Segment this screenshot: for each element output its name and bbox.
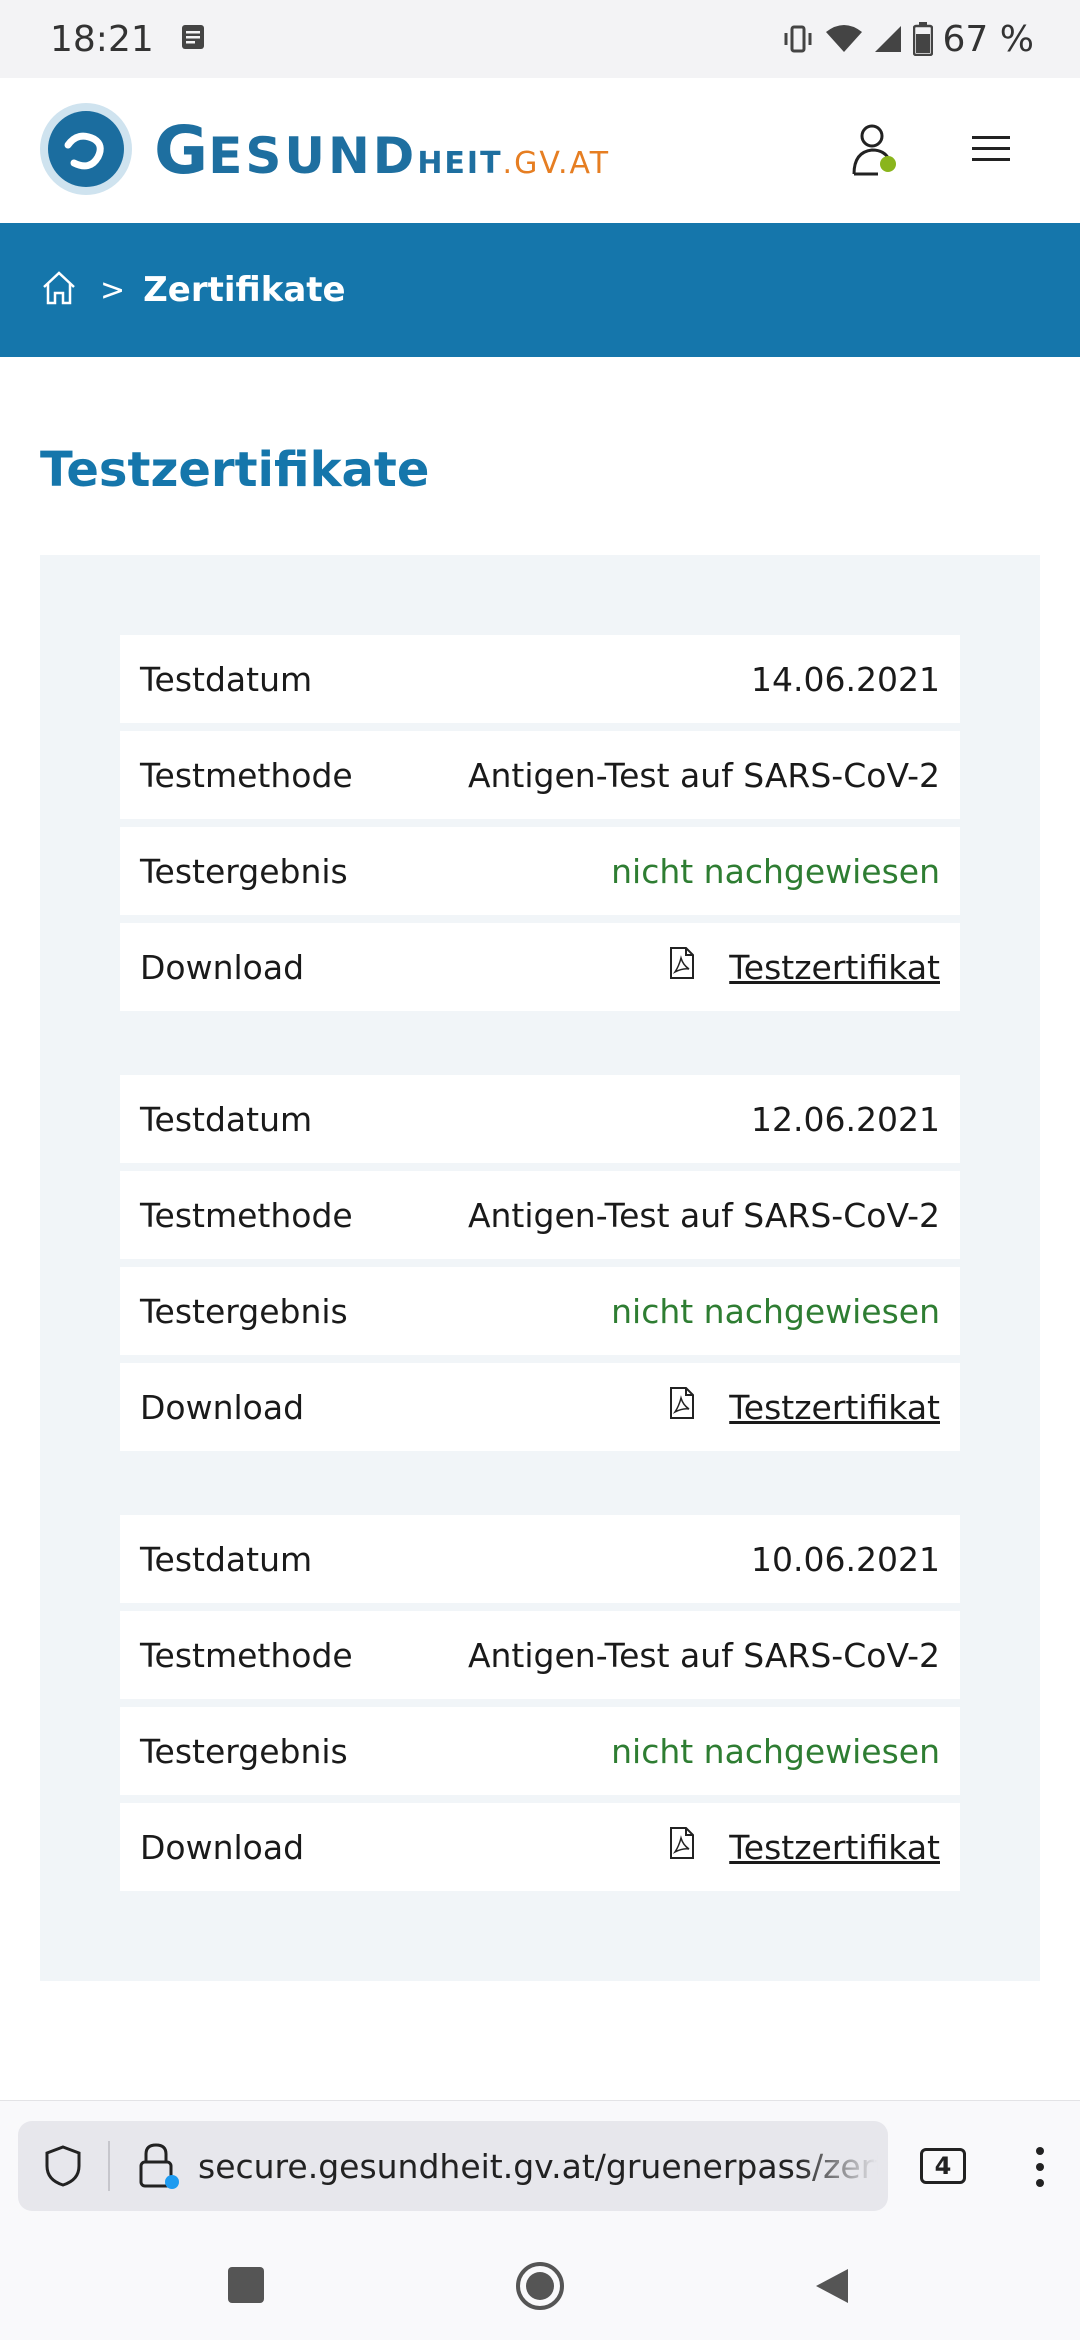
browser-menu-icon[interactable] (1032, 2143, 1048, 2191)
table-row: Testmethode Antigen-Test auf SARS-CoV-2 (120, 1171, 960, 1259)
breadcrumb-current: Zertifikate (143, 270, 346, 310)
table-row: Download Testzertifikat (120, 1803, 960, 1891)
certificate-card: Testdatum 14.06.2021 Testmethode Antigen… (120, 635, 960, 1011)
browser-toolbar: secure.gesundheit.gv.at/gruenerpass/zert… (0, 2100, 1080, 2230)
table-row: Testmethode Antigen-Test auf SARS-CoV-2 (120, 731, 960, 819)
pdf-icon (669, 1826, 695, 1868)
download-label: Download (140, 947, 305, 987)
lock-icon[interactable] (118, 2142, 198, 2190)
result-label: Testergebnis (140, 1291, 348, 1331)
wifi-icon (825, 24, 863, 54)
method-label: Testmethode (140, 1195, 353, 1235)
table-row: Download Testzertifikat (120, 923, 960, 1011)
certificates-panel: Testdatum 14.06.2021 Testmethode Antigen… (40, 555, 1040, 1981)
date-label: Testdatum (140, 659, 313, 699)
download-certificate-link[interactable]: Testzertifikat (669, 1386, 940, 1428)
site-header: G ESUND HEIT .GV.AT (0, 78, 1080, 223)
tab-count-button[interactable]: 4 (920, 2148, 966, 2184)
status-time: 18:21 (50, 18, 154, 60)
method-label: Testmethode (140, 755, 353, 795)
recent-apps-icon[interactable] (228, 2267, 264, 2307)
user-account-icon[interactable] (850, 122, 900, 180)
certificate-card: Testdatum 12.06.2021 Testmethode Antigen… (120, 1075, 960, 1451)
table-row: Testdatum 14.06.2021 (120, 635, 960, 723)
battery-percentage: 67 % (942, 18, 1034, 60)
logo-emblem-icon (38, 101, 134, 201)
home-icon[interactable] (40, 270, 78, 310)
download-certificate-link[interactable]: Testzertifikat (669, 946, 940, 988)
date-label: Testdatum (140, 1099, 313, 1139)
table-row: Testmethode Antigen-Test auf SARS-CoV-2 (120, 1611, 960, 1699)
url-text[interactable]: secure.gesundheit.gv.at/gruenerpass/zert… (198, 2147, 878, 2186)
vibrate-icon (781, 24, 815, 54)
site-logo[interactable]: G ESUND HEIT .GV.AT (38, 101, 610, 201)
download-link-text[interactable]: Testzertifikat (729, 1388, 940, 1427)
table-row: Testergebnis nicht nachgewiesen (120, 1267, 960, 1355)
breadcrumb: > Zertifikate (0, 223, 1080, 357)
notification-icon (180, 19, 206, 60)
url-bar[interactable]: secure.gesundheit.gv.at/gruenerpass/zert… (18, 2121, 888, 2211)
table-row: Testdatum 12.06.2021 (120, 1075, 960, 1163)
system-navigation-bar (0, 2230, 1080, 2340)
date-value: 14.06.2021 (751, 659, 940, 699)
pdf-icon (669, 1386, 695, 1428)
signal-icon (873, 24, 903, 54)
result-label: Testergebnis (140, 1731, 348, 1771)
back-icon[interactable] (814, 2267, 850, 2309)
download-label: Download (140, 1387, 305, 1427)
download-link-text[interactable]: Testzertifikat (729, 948, 940, 987)
table-row: Download Testzertifikat (120, 1363, 960, 1451)
date-value: 10.06.2021 (751, 1539, 940, 1579)
date-value: 12.06.2021 (751, 1099, 940, 1139)
table-row: Testergebnis nicht nachgewiesen (120, 827, 960, 915)
method-value: Antigen-Test auf SARS-CoV-2 (467, 1195, 940, 1235)
logo-text: G ESUND HEIT .GV.AT (154, 112, 611, 189)
method-label: Testmethode (140, 1635, 353, 1675)
home-button-icon[interactable] (514, 2260, 566, 2316)
download-certificate-link[interactable]: Testzertifikat (669, 1826, 940, 1868)
download-link-text[interactable]: Testzertifikat (729, 1828, 940, 1867)
method-value: Antigen-Test auf SARS-CoV-2 (467, 1635, 940, 1675)
method-value: Antigen-Test auf SARS-CoV-2 (467, 755, 940, 795)
download-label: Download (140, 1827, 305, 1867)
table-row: Testergebnis nicht nachgewiesen (120, 1707, 960, 1795)
status-bar: 18:21 67 % (0, 0, 1080, 78)
battery-icon (912, 22, 933, 56)
result-value: nicht nachgewiesen (611, 1731, 940, 1771)
shield-icon[interactable] (18, 2144, 108, 2188)
date-label: Testdatum (140, 1539, 313, 1579)
result-value: nicht nachgewiesen (611, 851, 940, 891)
breadcrumb-separator: > (100, 272, 126, 308)
page-title: Testzertifikate (40, 442, 430, 498)
result-label: Testergebnis (140, 851, 348, 891)
certificate-card: Testdatum 10.06.2021 Testmethode Antigen… (120, 1515, 960, 1891)
result-value: nicht nachgewiesen (611, 1291, 940, 1331)
table-row: Testdatum 10.06.2021 (120, 1515, 960, 1603)
pdf-icon (669, 946, 695, 988)
hamburger-menu-icon[interactable] (972, 134, 1010, 168)
